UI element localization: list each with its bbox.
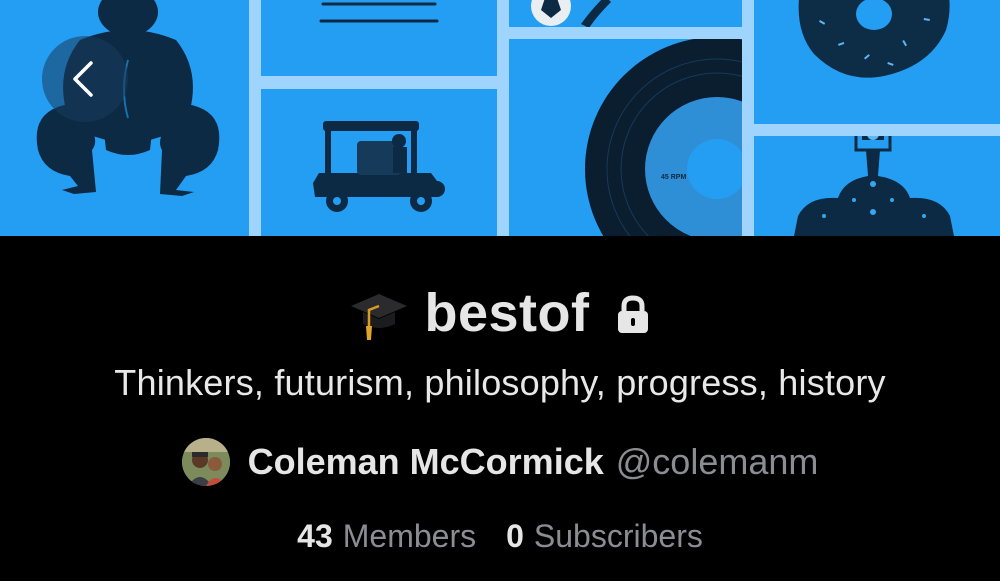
back-button[interactable] (42, 36, 128, 122)
subscribers-label[interactable]: Subscribers (534, 518, 703, 555)
lock-icon (617, 295, 648, 333)
sumo-wrestler-image (0, 0, 249, 236)
community-description: Thinkers, futurism, philosophy, progress… (114, 362, 886, 403)
header-banner: 45 RPM (0, 0, 1000, 236)
soccer-ball-image (509, 0, 742, 27)
owner-name[interactable]: Coleman McCormick (248, 441, 604, 483)
stats-row: 43 Members 0 Subscribers (0, 518, 1000, 555)
members-count[interactable]: 43 (297, 518, 333, 555)
subscribers-count[interactable]: 0 (506, 518, 524, 555)
tuk-tuk-image (261, 89, 497, 236)
community-title-row: bestof (0, 282, 1000, 344)
owner-handle[interactable]: @colemanm (616, 441, 819, 483)
record-label-text: 45 RPM (661, 174, 686, 181)
chevron-left-icon (73, 61, 93, 97)
members-label[interactable]: Members (343, 518, 476, 555)
crown-image (754, 136, 1000, 236)
community-name: bestof (424, 283, 590, 343)
avatar[interactable] (181, 438, 230, 486)
striped-lines-image (261, 0, 497, 76)
donut-image (754, 0, 1000, 124)
graduation-cap-icon (350, 294, 407, 340)
vinyl-record-image: 45 RPM (509, 39, 742, 236)
owner-row[interactable]: Coleman McCormick @colemanm (0, 438, 1000, 486)
